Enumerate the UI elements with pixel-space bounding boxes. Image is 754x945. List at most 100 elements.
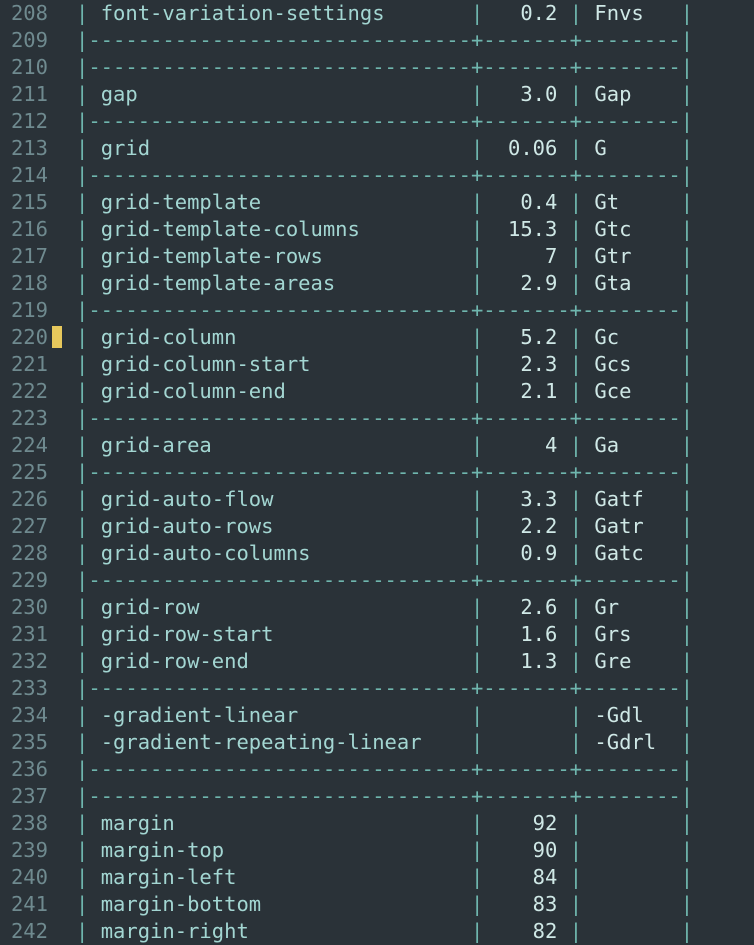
rows-22-name: grid-row — [101, 595, 459, 619]
rows-33-val: 83 — [496, 892, 558, 916]
code-line[interactable]: 215| grid-template | 0.4 | Gt | — [0, 189, 754, 216]
rows-23-short: Grs — [594, 622, 680, 646]
code-line[interactable]: 227| grid-auto-rows | 2.2 | Gatr | — [0, 513, 754, 540]
line-number: 228 — [0, 540, 48, 567]
rows-13-val: 2.3 — [496, 352, 558, 376]
code-line[interactable]: 236|-------------------------------+----… — [0, 756, 754, 783]
line-number: 237 — [0, 783, 48, 810]
code-line[interactable]: 208| font-variation-settings | 0.2 | Fnv… — [0, 0, 754, 27]
rows-5-short: G — [594, 136, 680, 160]
rows-3-name: gap — [101, 82, 459, 106]
code-line[interactable]: 214|-------------------------------+----… — [0, 162, 754, 189]
line-content: | grid-template | 0.4 | Gt | — [48, 189, 693, 216]
code-line[interactable]: 230| grid-row | 2.6 | Gr | — [0, 594, 754, 621]
line-content: | grid-column-start | 2.3 | Gcs | — [48, 351, 693, 378]
line-number: 212 — [0, 108, 48, 135]
code-line[interactable]: 213| grid | 0.06 | G | — [0, 135, 754, 162]
rows-5-name: grid — [101, 136, 459, 160]
line-content: |-------------------------------+-------… — [48, 54, 693, 81]
rows-34-name: margin-right — [101, 919, 459, 943]
rows-0-val: 0.2 — [496, 1, 558, 25]
rows-14-val: 2.1 — [496, 379, 558, 403]
code-line[interactable]: 217| grid-template-rows | 7 | Gtr | — [0, 243, 754, 270]
code-line[interactable]: 237|-------------------------------+----… — [0, 783, 754, 810]
rows-31-name: margin-top — [101, 838, 459, 862]
line-number: 219 — [0, 297, 48, 324]
rows-23-val: 1.6 — [496, 622, 558, 646]
line-content: | font-variation-settings | 0.2 | Fnvs | — [48, 0, 693, 27]
line-content: | grid-column | 5.2 | Gc | — [48, 324, 693, 351]
line-content: | grid-column-end | 2.1 | Gce | — [48, 378, 693, 405]
line-number: 232 — [0, 648, 48, 675]
code-line[interactable]: 218| grid-template-areas | 2.9 | Gta | — [0, 270, 754, 297]
rows-34-short — [594, 919, 680, 943]
rows-24-val: 1.3 — [496, 649, 558, 673]
code-line[interactable]: 224| grid-area | 4 | Ga | — [0, 432, 754, 459]
rows-16-val: 4 — [496, 433, 558, 457]
line-content: |-------------------------------+-------… — [48, 459, 693, 486]
line-number: 209 — [0, 27, 48, 54]
code-line[interactable]: 232| grid-row-end | 1.3 | Gre | — [0, 648, 754, 675]
code-line[interactable]: 241| margin-bottom | 83 | | — [0, 891, 754, 918]
code-line[interactable]: 223|-------------------------------+----… — [0, 405, 754, 432]
line-number: 216 — [0, 216, 48, 243]
rows-16-name: grid-area — [101, 433, 459, 457]
line-number: 210 — [0, 54, 48, 81]
rows-18-short: Gatf — [594, 487, 680, 511]
line-number: 217 — [0, 243, 48, 270]
rows-13-short: Gcs — [594, 352, 680, 376]
line-number: 236 — [0, 756, 48, 783]
code-line[interactable]: 222| grid-column-end | 2.1 | Gce | — [0, 378, 754, 405]
code-line[interactable]: 234| -gradient-linear | | -Gdl | — [0, 702, 754, 729]
line-content: | grid-area | 4 | Ga | — [48, 432, 693, 459]
rows-10-short: Gta — [594, 271, 680, 295]
line-content: |-------------------------------+-------… — [48, 783, 693, 810]
line-content: | gap | 3.0 | Gap | — [48, 81, 693, 108]
code-line[interactable]: 242| margin-right | 82 | | — [0, 918, 754, 945]
rows-12-name: grid-column — [101, 325, 459, 349]
code-line[interactable]: 220| grid-column | 5.2 | Gc | — [0, 324, 754, 351]
rows-19-name: grid-auto-rows — [101, 514, 459, 538]
line-number: 211 — [0, 81, 48, 108]
rows-34-val: 82 — [496, 919, 558, 943]
line-number: 240 — [0, 864, 48, 891]
rows-10-val: 2.9 — [496, 271, 558, 295]
code-line[interactable]: 231| grid-row-start | 1.6 | Grs | — [0, 621, 754, 648]
rows-3-short: Gap — [594, 82, 680, 106]
code-line[interactable]: 233|-------------------------------+----… — [0, 675, 754, 702]
code-line[interactable]: 239| margin-top | 90 | | — [0, 837, 754, 864]
code-line[interactable]: 240| margin-left | 84 | | — [0, 864, 754, 891]
code-line[interactable]: 219|-------------------------------+----… — [0, 297, 754, 324]
rows-26-val — [496, 703, 558, 727]
code-line[interactable]: 216| grid-template-columns | 15.3 | Gtc … — [0, 216, 754, 243]
rows-7-val: 0.4 — [496, 190, 558, 214]
line-content: |-------------------------------+-------… — [48, 405, 693, 432]
code-line[interactable]: 211| gap | 3.0 | Gap | — [0, 81, 754, 108]
line-content: | margin-bottom | 83 | | — [48, 891, 693, 918]
line-content: | grid | 0.06 | G | — [48, 135, 693, 162]
code-line[interactable]: 228| grid-auto-columns | 0.9 | Gatc | — [0, 540, 754, 567]
rows-30-val: 92 — [496, 811, 558, 835]
line-content: | grid-row | 2.6 | Gr | — [48, 594, 693, 621]
rows-19-val: 2.2 — [496, 514, 558, 538]
code-line[interactable]: 226| grid-auto-flow | 3.3 | Gatf | — [0, 486, 754, 513]
code-line[interactable]: 221| grid-column-start | 2.3 | Gcs | — [0, 351, 754, 378]
code-line[interactable]: 212|-------------------------------+----… — [0, 108, 754, 135]
code-line[interactable]: 229|-------------------------------+----… — [0, 567, 754, 594]
line-number: 231 — [0, 621, 48, 648]
line-content: | grid-template-rows | 7 | Gtr | — [48, 243, 693, 270]
line-content: |-------------------------------+-------… — [48, 27, 693, 54]
code-line[interactable]: 210|-------------------------------+----… — [0, 54, 754, 81]
code-line[interactable]: 235| -gradient-repeating-linear | | -Gdr… — [0, 729, 754, 756]
rows-31-val: 90 — [496, 838, 558, 862]
rows-22-short: Gr — [594, 595, 680, 619]
editor-viewport[interactable]: 208| font-variation-settings | 0.2 | Fnv… — [0, 0, 754, 945]
line-content: | -gradient-linear | | -Gdl | — [48, 702, 693, 729]
rows-9-short: Gtr — [594, 244, 680, 268]
rows-26-name: -gradient-linear — [101, 703, 459, 727]
rows-12-val: 5.2 — [496, 325, 558, 349]
rows-7-short: Gt — [594, 190, 680, 214]
code-line[interactable]: 225|-------------------------------+----… — [0, 459, 754, 486]
code-line[interactable]: 238| margin | 92 | | — [0, 810, 754, 837]
code-line[interactable]: 209|-------------------------------+----… — [0, 27, 754, 54]
